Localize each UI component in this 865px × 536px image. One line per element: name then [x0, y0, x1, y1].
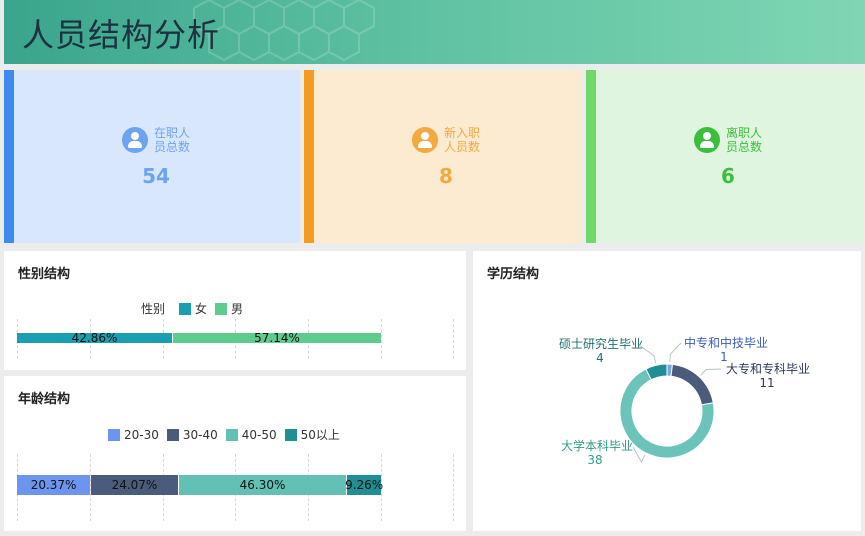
donut-slice-name: 中专和中技毕业 — [684, 335, 768, 350]
age-bar-segment[interactable]: 20.37% — [17, 475, 91, 495]
gender-bar-label: 57.14% — [254, 331, 300, 345]
gender-bar-label: 42.86% — [71, 331, 118, 345]
user-icon — [122, 127, 148, 153]
gender-bar-chart: 42.86% 57.14% — [4, 251, 466, 370]
kpi-label-line1: 在职人 — [154, 126, 191, 140]
donut-slice-name: 大专和专科毕业 — [726, 361, 810, 376]
gender-gridline — [381, 319, 382, 359]
donut-slice[interactable] — [670, 363, 714, 406]
kpi-accent-bar — [586, 70, 596, 243]
kpi-label-line1: 离职人 — [726, 126, 763, 140]
age-bar-label: 9.26% — [345, 478, 384, 492]
kpi-card-new-hires: 新入职 人员数 8 — [304, 70, 582, 243]
kpi-label-line1: 新入职 — [444, 126, 481, 140]
gender-panel: 性别结构 性别 女 男 42.86% 57.14% — [4, 251, 466, 370]
donut-leader-line — [669, 342, 682, 363]
donut-slice-name: 大学本科毕业 — [561, 438, 633, 453]
donut-slice-value: 38 — [587, 453, 602, 467]
age-bar-label: 24.07% — [111, 478, 158, 492]
user-icon — [412, 127, 438, 153]
kpi-accent-bar — [304, 70, 314, 243]
kpi-label-line2: 员总数 — [154, 140, 191, 154]
gender-gridline — [453, 319, 454, 359]
age-gridline — [453, 454, 454, 521]
kpi-value: 6 — [721, 164, 735, 188]
age-bar-segment[interactable]: 46.30% — [178, 475, 347, 495]
donut-slice-name: 硕士研究生毕业 — [559, 336, 643, 351]
page-title: 人员结构分析 — [22, 16, 221, 54]
donut-slice-value: 4 — [596, 351, 604, 365]
gender-bar-segment[interactable]: 42.86% — [17, 331, 172, 345]
gender-bar-segment[interactable]: 57.14% — [173, 331, 381, 345]
page-header: 人员结构分析 — [4, 0, 865, 64]
donut-slice-value: 11 — [759, 376, 774, 390]
kpi-label-line2: 人员数 — [444, 140, 481, 154]
user-icon — [694, 127, 720, 153]
donut-leader-line — [700, 368, 722, 376]
education-panel: 学历结构 中专和中技毕业 1 大专和专科毕业 11 大学本科毕业 38 硕士研究生毕业 4 — [473, 251, 861, 531]
kpi-card-active-staff: 在职人 员总数 54 — [4, 70, 300, 243]
age-bar-segment[interactable]: 24.07% — [91, 475, 178, 495]
kpi-accent-bar — [4, 70, 14, 243]
age-bar-segment[interactable]: 9.26% — [345, 475, 384, 495]
age-bar-label: 46.30% — [239, 478, 286, 492]
kpi-card-departed-staff: 离职人 员总数 6 — [586, 70, 865, 243]
age-bar-chart: 20.37% 24.07% 46.30% 9.26% — [4, 376, 466, 531]
age-panel: 年龄结构 20-30 30-40 40-50 50以上 20.37% 24.07%… — [4, 376, 466, 531]
education-donut-chart: 中专和中技毕业1大专和专科毕业11大学本科毕业38硕士研究生毕业4 — [559, 335, 810, 467]
kpi-label-line2: 员总数 — [726, 140, 763, 154]
kpi-value: 8 — [439, 164, 453, 188]
kpi-value: 54 — [142, 164, 170, 188]
age-bar-label: 20.37% — [30, 478, 77, 492]
